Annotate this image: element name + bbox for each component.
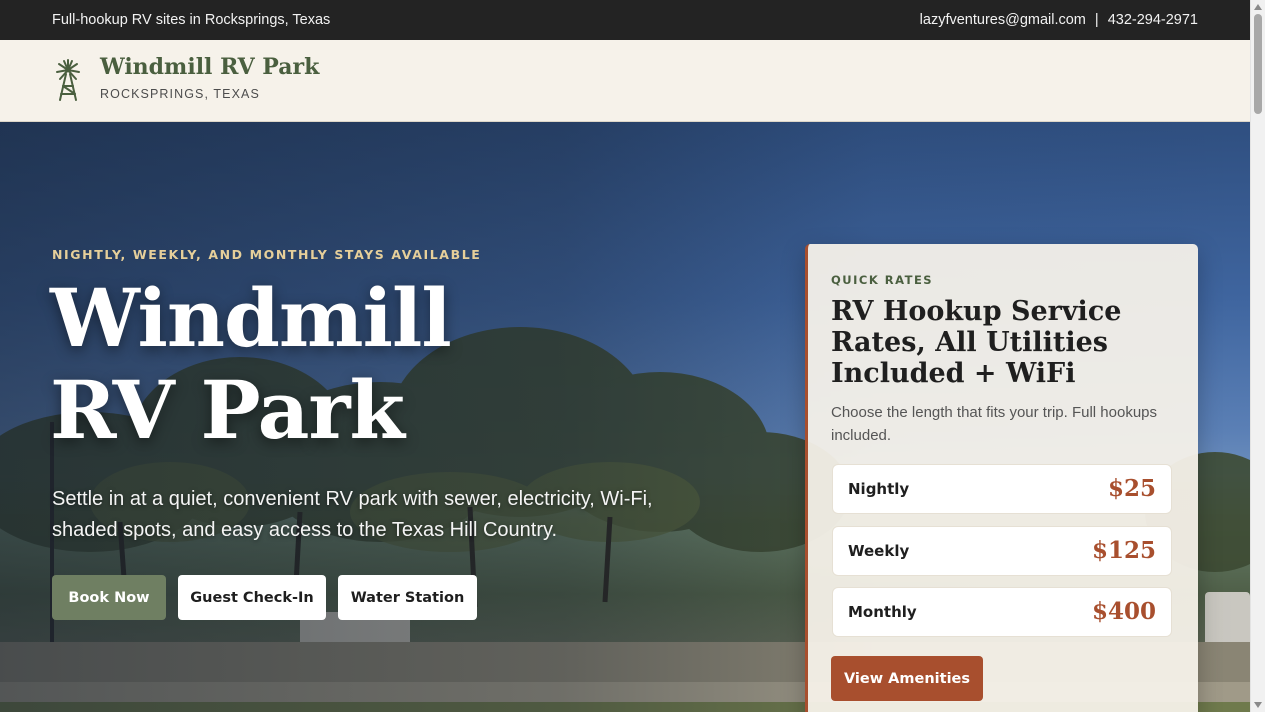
hero-title: Windmill RV Park (50, 271, 452, 457)
rates-description: Choose the length that fits your trip. F… (831, 404, 1158, 444)
rates-eyebrow: QUICK RATES (831, 273, 934, 287)
rate-price: $25 (1107, 475, 1156, 502)
site-header: Windmill RV Park ROCKSPRINGS, TEXAS (0, 40, 1250, 122)
email-link[interactable]: lazyfventures@gmail.com (920, 12, 1086, 28)
water-station-button[interactable]: Water Station (338, 575, 477, 620)
rate-row-nightly: Nightly $25 (832, 464, 1172, 514)
page-scrollbar[interactable] (1250, 0, 1265, 712)
hero-title-line2: RV Park (50, 363, 405, 457)
contact-separator: | (1094, 12, 1099, 28)
page: Full-hookup RV sites in Rocksprings, Tex… (0, 0, 1250, 712)
topbar-contact: lazyfventures@gmail.com | 432-294-2971 (920, 12, 1198, 28)
hero-lead: Settle in at a quiet, convenient RV park… (52, 488, 653, 541)
hero-section: NIGHTLY, WEEKLY, AND MONTHLY STAYS AVAIL… (0, 122, 1250, 712)
scroll-down-icon[interactable] (1254, 702, 1262, 708)
quick-rates-card: QUICK RATES RV Hookup Service Rates, All… (805, 244, 1198, 712)
view-amenities-button[interactable]: View Amenities (831, 656, 983, 701)
rate-price: $400 (1091, 598, 1156, 625)
rates-title: RV Hookup Service Rates, All Utilities I… (831, 296, 1122, 389)
topbar-tagline: Full-hookup RV sites in Rocksprings, Tex… (52, 12, 331, 28)
rate-row-monthly: Monthly $400 (832, 587, 1172, 637)
rate-row-weekly: Weekly $125 (832, 526, 1172, 576)
guest-check-in-button[interactable]: Guest Check-In (178, 575, 326, 620)
rate-label: Monthly (848, 603, 917, 621)
top-bar: Full-hookup RV sites in Rocksprings, Tex… (0, 0, 1250, 40)
windmill-icon[interactable] (52, 58, 84, 102)
hero-eyebrow: NIGHTLY, WEEKLY, AND MONTHLY STAYS AVAIL… (52, 247, 482, 262)
scroll-thumb[interactable] (1254, 14, 1262, 114)
rate-price: $125 (1091, 537, 1156, 564)
brand-name[interactable]: Windmill RV Park (100, 54, 319, 80)
phone-link[interactable]: 432-294-2971 (1108, 12, 1198, 28)
rate-label: Nightly (848, 480, 910, 498)
brand-location: ROCKSPRINGS, TEXAS (100, 87, 260, 101)
rate-label: Weekly (848, 542, 910, 560)
scroll-up-icon[interactable] (1254, 4, 1262, 10)
hero-title-line1: Windmill (50, 271, 452, 365)
book-now-button[interactable]: Book Now (52, 575, 166, 620)
